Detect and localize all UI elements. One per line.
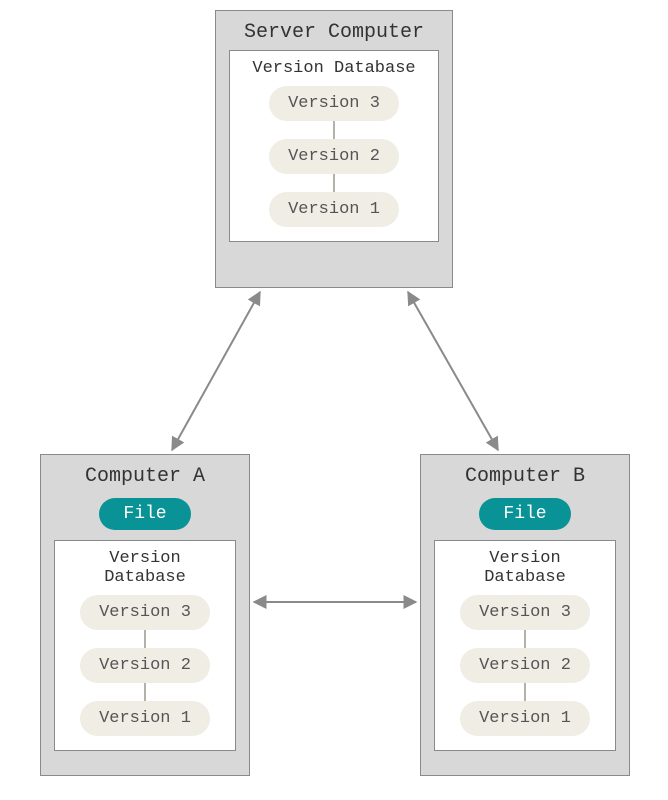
computer-a-version-item: Version 2 <box>80 648 210 683</box>
version-connector <box>333 121 335 139</box>
server-computer-box: Server Computer Version Database Version… <box>215 10 453 288</box>
computer-a-title: Computer A <box>85 455 205 494</box>
server-title: Server Computer <box>244 11 424 50</box>
computer-b-db-title: Version Database <box>445 549 605 587</box>
server-version-item: Version 2 <box>269 139 399 174</box>
server-version-item: Version 3 <box>269 86 399 121</box>
computer-a-db-title: Version Database <box>65 549 225 587</box>
server-db-title: Version Database <box>252 59 415 78</box>
computer-b-version-item: Version 2 <box>460 648 590 683</box>
version-connector <box>333 174 335 192</box>
computer-b-version-item: Version 3 <box>460 595 590 630</box>
computer-b-title: Computer B <box>465 455 585 494</box>
computer-a-file: File <box>99 498 190 530</box>
computer-b-box: Computer B File Version Database Version… <box>420 454 630 776</box>
arrow-server-to-b <box>408 292 498 450</box>
arrow-server-to-a <box>172 292 260 450</box>
computer-b-version-item: Version 1 <box>460 701 590 736</box>
version-connector <box>144 630 146 648</box>
version-connector <box>524 683 526 701</box>
computer-a-version-item: Version 1 <box>80 701 210 736</box>
computer-b-file: File <box>479 498 570 530</box>
computer-a-box: Computer A File Version Database Version… <box>40 454 250 776</box>
server-version-database: Version Database Version 3 Version 2 Ver… <box>229 50 439 242</box>
computer-a-version-item: Version 3 <box>80 595 210 630</box>
computer-b-version-database: Version Database Version 3 Version 2 Ver… <box>434 540 616 751</box>
diagram-stage: Server Computer Version Database Version… <box>0 0 668 800</box>
computer-a-version-database: Version Database Version 3 Version 2 Ver… <box>54 540 236 751</box>
version-connector <box>524 630 526 648</box>
version-connector <box>144 683 146 701</box>
server-version-item: Version 1 <box>269 192 399 227</box>
